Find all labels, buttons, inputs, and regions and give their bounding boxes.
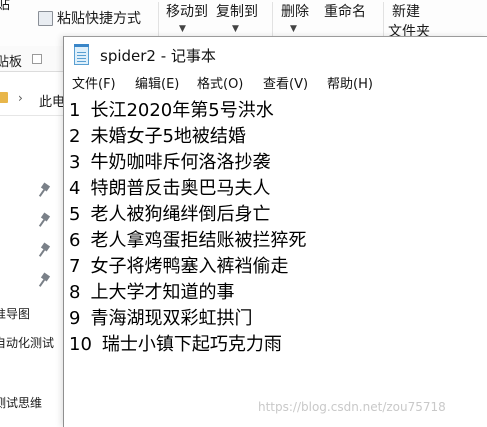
rename-button[interactable]: 重命名	[324, 4, 366, 20]
paste-button[interactable]: 贴	[0, 0, 10, 13]
pin-icon[interactable]	[38, 212, 51, 228]
line-text: 老人拿鸡蛋拒结账被拦猝死	[90, 230, 307, 251]
folder-icon	[0, 92, 8, 103]
delete-dropdown-icon[interactable]: ▼	[290, 24, 297, 34]
expand-icon[interactable]	[32, 54, 42, 64]
text-line: 1 长江2020年第5号洪水	[69, 100, 274, 122]
text-line: 4 特朗普反击奥巴马夫人	[69, 178, 270, 200]
line-number: 2	[69, 126, 81, 147]
line-text: 老人被狗绳绊倒后身亡	[90, 204, 271, 225]
line-number: 1	[69, 100, 81, 121]
line-text: 青海湖现双彩虹拱门	[90, 308, 253, 329]
menu-edit[interactable]: 编辑(E)	[135, 77, 179, 93]
delete-button[interactable]: 删除	[281, 4, 309, 20]
nav-item-label[interactable]: 准导图	[0, 305, 30, 322]
line-text: 未婚女子5地被结婚	[90, 126, 246, 147]
chevron-right-icon[interactable]: ›	[18, 91, 23, 105]
line-number: 10	[69, 334, 92, 355]
menu-format[interactable]: 格式(O)	[197, 77, 243, 93]
menu-help[interactable]: 帮助(H)	[327, 77, 373, 93]
text-line: 10 瑞士小镇下起巧克力雨	[69, 334, 282, 356]
notepad-window: spider2 - 记事本 文件(F) 编辑(E) 格式(O) 查看(V) 帮助…	[63, 36, 487, 427]
copy-to-button[interactable]: 复制到	[216, 4, 258, 20]
nav-item-label[interactable]: 自动化测试	[0, 334, 54, 351]
line-text: 女子将烤鸭塞入裤裆偷走	[90, 256, 289, 277]
nav-item-label[interactable]: 测试思维	[0, 394, 42, 411]
line-number: 8	[69, 282, 81, 303]
line-text: 上大学才知道的事	[90, 282, 235, 303]
text-line: 7 女子将烤鸭塞入裤裆偷走	[69, 256, 288, 278]
move-to-button[interactable]: 移动到	[166, 4, 208, 20]
watermark-text: https://blog.csdn.net/zou75718	[258, 400, 446, 414]
notepad-icon	[74, 44, 89, 65]
line-number: 7	[69, 256, 81, 277]
line-text: 瑞士小镇下起巧克力雨	[101, 334, 282, 355]
line-number: 4	[69, 178, 81, 199]
navigation-pane: 准导图 自动化测试 测试思维	[0, 116, 64, 427]
pin-icon[interactable]	[38, 242, 51, 258]
text-line: 5 老人被狗绳绊倒后身亡	[69, 204, 270, 226]
copy-to-dropdown-icon[interactable]: ▼	[232, 24, 239, 34]
text-line: 9 青海湖现双彩虹拱门	[69, 308, 252, 330]
text-line: 8 上大学才知道的事	[69, 282, 234, 304]
menu-bar: 文件(F) 编辑(E) 格式(O) 查看(V) 帮助(H)	[64, 74, 487, 96]
text-editor[interactable]: 1 长江2020年第5号洪水 2 未婚女子5地被结婚 3 牛奶咖啡斥何洛洛抄袭 4 特朗…	[64, 96, 487, 427]
notepad-titlebar[interactable]: spider2 - 记事本	[64, 37, 487, 73]
address-path[interactable]: 此电	[39, 91, 65, 110]
menu-view[interactable]: 查看(V)	[263, 77, 308, 93]
window-title: spider2 - 记事本	[100, 47, 216, 65]
move-to-dropdown-icon[interactable]: ▼	[179, 24, 186, 34]
clipboard-group-label: 贴板	[0, 55, 23, 70]
text-line: 3 牛奶咖啡斥何洛洛抄袭	[69, 152, 270, 174]
line-number: 9	[69, 308, 81, 329]
line-number: 6	[69, 230, 81, 251]
line-text: 牛奶咖啡斥何洛洛抄袭	[90, 152, 271, 173]
paste-shortcut-button[interactable]: 粘贴快捷方式	[57, 11, 141, 27]
pin-icon[interactable]	[38, 182, 51, 198]
text-line: 2 未婚女子5地被结婚	[69, 126, 246, 148]
desktop-screenshot: 贴 粘贴快捷方式 移动到 ▼ 复制到 ▼ 删除 ▼ 重命名 新建 文件夹 贴板 …	[0, 0, 487, 427]
line-text: 长江2020年第5号洪水	[90, 100, 274, 121]
paste-shortcut-icon	[38, 11, 53, 26]
line-text: 特朗普反击奥巴马夫人	[90, 178, 271, 199]
pin-icon[interactable]	[38, 272, 51, 288]
menu-file[interactable]: 文件(F)	[72, 77, 116, 93]
line-number: 5	[69, 204, 81, 225]
text-line: 6 老人拿鸡蛋拒结账被拦猝死	[69, 230, 306, 252]
new-button[interactable]: 新建	[392, 4, 420, 20]
line-number: 3	[69, 152, 81, 173]
